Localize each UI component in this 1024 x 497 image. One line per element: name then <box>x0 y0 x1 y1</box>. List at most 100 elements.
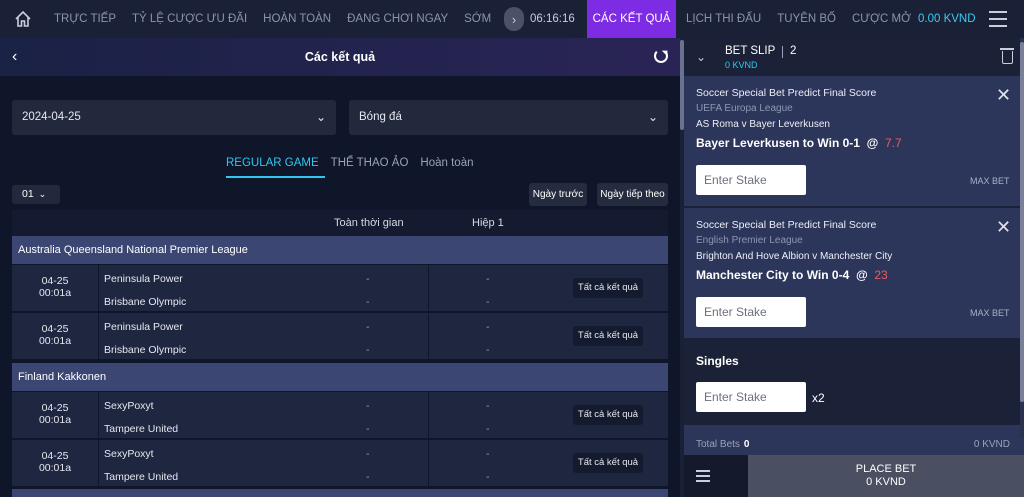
match-time: 04-25 00:01a <box>38 275 72 299</box>
h1-home-score: - <box>486 321 490 333</box>
all-results-button[interactable]: Tất cả kết quả <box>573 326 643 346</box>
bet-slip-title: BET SLIP <box>725 45 776 57</box>
top-nav: TRỰC TIẾP TỶ LỆ CƯỢC ƯU ĐÃI HOÀN TOÀN ĐA… <box>0 0 1024 38</box>
max-bet-label[interactable]: MAX BET <box>970 176 1010 186</box>
results-header: ‹ Các kết quả <box>0 38 680 76</box>
ft-home-score: - <box>366 400 370 412</box>
nav-item-results[interactable]: CÁC KẾT QUẢ <box>587 0 676 38</box>
nav-scroll-right-icon[interactable]: › <box>504 7 524 31</box>
match-time: 04-25 00:01a <box>38 450 72 474</box>
bet-card: Soccer Special Bet Predict Final Score U… <box>684 76 1024 207</box>
h1-home-score: - <box>486 400 490 412</box>
nav-item-boosted-odds[interactable]: TỶ LỆ CƯỢC ƯU ĐÃI <box>124 0 255 38</box>
round-value: 01 <box>22 188 34 200</box>
home-team: SexyPoxyt <box>104 448 154 460</box>
next-day-button[interactable]: Ngày tiếp theo <box>597 183 668 206</box>
col-full-time: Toàn thời gian <box>334 217 404 229</box>
total-bets-value: 0 <box>743 439 750 450</box>
ft-away-score: - <box>366 471 370 483</box>
results-panel: ‹ Các kết quả 2024-04-25 ⌄ Bóng đá ⌄ REG… <box>0 38 680 497</box>
close-icon[interactable]: ✕ <box>996 86 1011 104</box>
h1-away-score: - <box>486 471 490 483</box>
bet-selection: Bayer Leverkusen to Win 0-1 @ 7.7 <box>696 136 902 150</box>
all-results-button[interactable]: Tất cả kết quả <box>573 405 643 425</box>
home-team: Peninsula Power <box>104 321 183 333</box>
sport-value: Bóng đá <box>359 111 402 123</box>
back-icon[interactable]: ‹ <box>12 48 17 66</box>
refresh-icon[interactable] <box>654 49 668 63</box>
nav-item-announcements[interactable]: TUYÊN BỐ <box>769 0 844 38</box>
hamburger-menu-icon[interactable] <box>989 11 1007 27</box>
table-row: 04-25 00:01a SexyPoxyt Tampere United - -… <box>12 392 668 439</box>
tab-full[interactable]: Hoàn toàn <box>414 154 479 178</box>
table-row: 04-25 00:01a Peninsula Power Brisbane Oly… <box>12 265 668 312</box>
home-icon[interactable] <box>0 0 46 38</box>
bet-count: 2 <box>790 45 797 57</box>
close-icon[interactable]: ✕ <box>996 218 1011 236</box>
prev-day-button[interactable]: Ngày trước <box>529 183 587 206</box>
league-header: Australia Queensland National Premier Le… <box>12 236 668 264</box>
h1-away-score: - <box>486 344 490 356</box>
h1-home-score: - <box>486 273 490 285</box>
nav-item-open-bets[interactable]: CƯỢC MỞ <box>844 0 919 38</box>
singles-section: Singles x2 <box>684 340 1024 425</box>
nav-right: LỊCH THI ĐẤU TUYÊN BỐ CƯỢC MỞ <box>678 0 919 38</box>
match-time: 04-25 00:01a <box>38 402 72 426</box>
chevron-down-icon: ⌄ <box>647 110 658 124</box>
date-select[interactable]: 2024-04-25 ⌄ <box>12 100 336 135</box>
bet-card: Soccer Special Bet Predict Final Score E… <box>684 208 1024 339</box>
nav-item-live[interactable]: TRỰC TIẾP <box>46 0 124 38</box>
game-tabs: REGULAR GAME THỂ THAO ẢO Hoàn toàn <box>226 154 480 178</box>
league-header: Finland Kakkonen <box>12 363 668 391</box>
chevron-down-icon: ⌄ <box>38 189 47 199</box>
stake-input[interactable] <box>696 165 806 195</box>
singles-stake-input[interactable] <box>696 382 806 412</box>
tab-regular-game[interactable]: REGULAR GAME <box>226 154 325 178</box>
bet-selection: Manchester City to Win 0-4 @ 23 <box>696 268 888 282</box>
max-bet-label[interactable]: MAX BET <box>970 308 1010 318</box>
bet-odds: 7.7 <box>885 136 902 150</box>
nav-item-in-play[interactable]: ĐANG CHƠI NGAY <box>339 0 456 38</box>
settings-sliders-icon[interactable] <box>696 470 710 482</box>
tab-virtual-sports[interactable]: THỂ THAO ẢO <box>325 154 415 178</box>
results-column-header: Toàn thời gian Hiệp 1 <box>12 210 668 236</box>
ft-home-score: - <box>366 273 370 285</box>
all-results-button[interactable]: Tất cả kết quả <box>573 453 643 473</box>
ft-home-score: - <box>366 448 370 460</box>
ft-away-score: - <box>366 296 370 308</box>
all-results-button[interactable]: Tất cả kết quả <box>573 278 643 298</box>
match-time: 04-25 00:01a <box>38 323 72 347</box>
nav-item-schedule[interactable]: LỊCH THI ĐẤU <box>678 0 769 38</box>
away-team: Tampere United <box>104 471 179 483</box>
chevron-down-icon[interactable]: ⌄ <box>696 50 706 64</box>
table-row: 04-25 00:01a SexyPoxyt Tampere United - -… <box>12 440 668 487</box>
ft-home-score: - <box>366 321 370 333</box>
bet-event: Brighton And Hove Albion v Manchester Ci… <box>696 251 893 262</box>
place-bet-button[interactable]: PLACE BET 0 KVND <box>748 455 1024 497</box>
bet-event: AS Roma v Bayer Leverkusen <box>696 119 830 130</box>
bet-competition: English Premier League <box>696 235 803 246</box>
bet-market: Soccer Special Bet Predict Final Score <box>696 219 877 231</box>
bet-slip-scrollbar-thumb[interactable] <box>1020 42 1024 402</box>
singles-multiplier: x2 <box>812 391 825 405</box>
nav-items: TRỰC TIẾP TỶ LỆ CƯỢC ƯU ĐÃI HOÀN TOÀN ĐA… <box>46 0 504 38</box>
bet-slip-footer: PLACE BET 0 KVND <box>684 455 1024 497</box>
sport-select[interactable]: Bóng đá ⌄ <box>349 100 668 135</box>
away-team: Brisbane Olympic <box>104 296 187 308</box>
home-team: SexyPoxyt <box>104 400 154 412</box>
place-bet-label: PLACE BET <box>855 463 917 475</box>
account-balance[interactable]: 0.00 KVND <box>918 0 976 38</box>
singles-label: Singles <box>696 354 739 368</box>
nav-item-full[interactable]: HOÀN TOÀN <box>255 0 339 38</box>
h1-away-score: - <box>486 296 490 308</box>
bet-odds: 23 <box>874 268 888 282</box>
stake-input[interactable] <box>696 297 806 327</box>
trash-icon[interactable] <box>1000 48 1014 64</box>
home-team: Peninsula Power <box>104 273 183 285</box>
ft-away-score: - <box>366 344 370 356</box>
h1-home-score: - <box>486 448 490 460</box>
nav-item-early[interactable]: SỚM <box>456 0 499 38</box>
round-select[interactable]: 01 ⌄ <box>12 185 60 204</box>
clock: 06:16:16 <box>530 13 575 25</box>
ft-away-score: - <box>366 423 370 435</box>
